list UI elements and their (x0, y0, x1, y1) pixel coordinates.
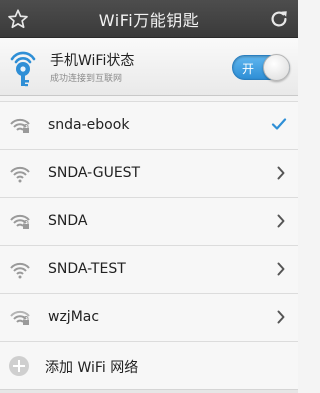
network-row[interactable]: SNDA-GUEST (0, 149, 298, 197)
chevron-right-icon (277, 310, 285, 324)
wifi-locked-signal-icon (10, 214, 30, 229)
network-ssid: SNDA-TEST (48, 261, 126, 277)
refresh-icon[interactable] (268, 8, 290, 30)
star-outline-icon[interactable] (7, 8, 29, 30)
wifi-signal-icon (10, 262, 30, 279)
network-ssid: SNDA-GUEST (48, 165, 141, 181)
wifi-locked-signal-icon (10, 310, 30, 325)
add-network-row[interactable]: 添加 WiFi 网络 (0, 341, 298, 389)
chevron-right-icon (277, 214, 285, 228)
network-ssid: SNDA (48, 213, 88, 229)
network-ssid: snda-ebook (48, 117, 130, 133)
bottom-edge (0, 389, 298, 393)
title-bar: WiFi万能钥匙 (0, 0, 298, 38)
wifi-signal-icon (10, 166, 30, 183)
plus-circle-icon (9, 356, 29, 376)
network-list: snda-ebook SNDA-GUEST SNDA SNDA-TEST wzj… (0, 101, 298, 389)
status-title: 手机WiFi状态 (50, 53, 135, 69)
chevron-right-icon (277, 166, 285, 180)
status-subtitle: 成功连接到互联网 (50, 74, 123, 84)
add-network-label: 添加 WiFi 网络 (45, 360, 139, 376)
wifi-toggle[interactable]: 开 (232, 54, 290, 81)
wifi-key-logo-icon (10, 51, 36, 87)
chevron-right-icon (277, 262, 285, 276)
network-row[interactable]: SNDA-TEST (0, 245, 298, 293)
network-row[interactable]: snda-ebook (0, 101, 298, 149)
toggle-knob[interactable] (263, 54, 290, 81)
toggle-label: 开 (242, 62, 255, 76)
network-ssid: wzjMac (48, 309, 100, 325)
app-title: WiFi万能钥匙 (98, 10, 200, 30)
network-row[interactable]: wzjMac (0, 293, 298, 341)
wifi-status-panel: 手机WiFi状态 成功连接到互联网 开 (0, 38, 298, 96)
checkmark-icon (271, 118, 287, 130)
network-row[interactable]: SNDA (0, 197, 298, 245)
wifi-locked-signal-icon (10, 118, 30, 133)
